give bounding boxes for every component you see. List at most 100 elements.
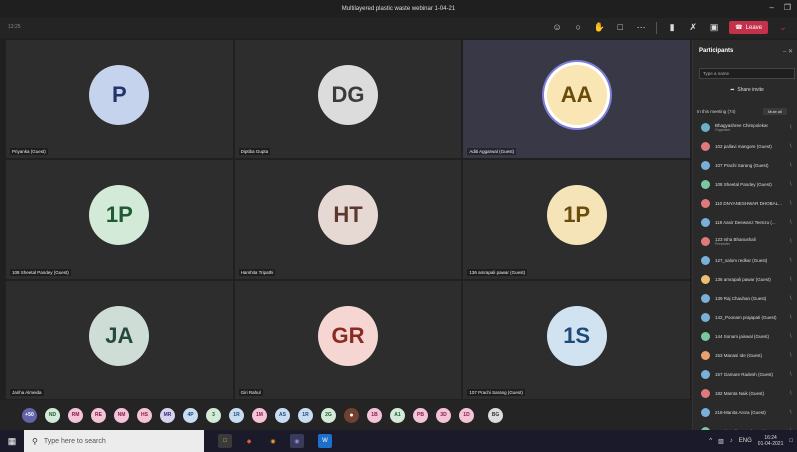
strip-avatar[interactable]: ND <box>45 407 60 423</box>
participant-row[interactable]: 110 DNYANESHWAR DHOBAL... ∖ <box>693 194 797 213</box>
participant-name: 144 Sonam jaiswal (Guest) <box>715 334 770 339</box>
clock[interactable]: 16:24 01-04-2021 <box>758 435 784 448</box>
strip-avatar[interactable]: RE <box>91 407 106 423</box>
strip-avatar[interactable]: 1M <box>252 407 267 423</box>
participant-role: Presenter <box>715 242 731 246</box>
teams-app-icon[interactable]: ◉ <box>290 434 304 448</box>
strip-photo-avatar[interactable]: ● <box>344 407 359 423</box>
mic-muted-icon: ∖ <box>788 181 792 187</box>
mic-muted-icon: ∖ <box>788 124 792 130</box>
participant-search-input[interactable]: Type a name <box>699 68 795 79</box>
participant-text: 123 Isha Bhanushali Presenter <box>715 237 793 246</box>
strip-avatar[interactable]: 1B <box>367 407 382 423</box>
participant-row[interactable]: 153 Manasi Ide (Guest) ∖ <box>693 346 797 365</box>
avatar <box>701 256 710 265</box>
strip-avatar[interactable]: AS <box>275 407 290 423</box>
rooms-icon[interactable]: □ <box>614 22 626 34</box>
mic-muted-icon: ∖ <box>788 295 792 301</box>
share-invite-button[interactable]: ➦ Share invite <box>699 84 795 96</box>
video-tile[interactable]: 1P 108 Sheetal Pandey (Guest) <box>6 160 233 279</box>
strip-avatar[interactable]: 4P <box>183 407 198 423</box>
participant-row[interactable]: 139 Raj Chauhan (Guest) ∖ <box>693 289 797 308</box>
video-tile[interactable]: DG Diptiba Gupta <box>234 40 462 159</box>
participants-icon[interactable]: ☺ <box>551 22 563 34</box>
minimize-icon[interactable]: – <box>769 3 773 12</box>
participant-row[interactable]: 136 amrapali pawar (Guest) ∖ <box>693 270 797 289</box>
strip-avatar[interactable]: 2G <box>321 407 336 423</box>
video-tile[interactable]: HT Harshita Tripathi <box>234 160 462 279</box>
tray-chevron-icon[interactable]: ^ <box>709 438 712 444</box>
mic-muted-icon: ∖ <box>788 352 792 358</box>
volume-icon[interactable]: ♪ <box>730 438 733 444</box>
strip-avatar[interactable]: 1R <box>229 407 244 423</box>
strip-avatar[interactable]: MR <box>160 407 175 423</box>
participant-row[interactable]: 157 Gamare Radesh (Guest) ∖ <box>693 365 797 384</box>
file-explorer-icon[interactable]: □ <box>218 434 232 448</box>
more-actions-icon[interactable]: ⋯ <box>635 22 647 34</box>
share-screen-icon[interactable]: ▣ <box>708 22 720 34</box>
taskbar-search[interactable]: ⚲ Type here to search <box>24 430 204 452</box>
avatar <box>701 199 710 208</box>
participant-row[interactable]: 142_Poonam prajapati (Guest) ∖ <box>693 308 797 327</box>
avatar: DG <box>317 65 378 126</box>
participant-name: 102 pallavi mangore (Guest) <box>715 144 772 149</box>
video-tile[interactable]: 1S 107 Prachi Sarang (Guest) <box>463 280 690 399</box>
strip-avatar[interactable]: 1D <box>459 407 474 423</box>
participant-row[interactable]: 123 Isha Bhanushali Presenter ∖ <box>693 232 797 251</box>
maximize-icon[interactable]: ❐ <box>784 3 791 12</box>
in-meeting-section[interactable]: In this meeting (74) <box>697 109 736 114</box>
chrome-icon[interactable]: ◉ <box>266 434 280 448</box>
strip-avatar[interactable]: 3D <box>436 407 451 423</box>
strip-avatar[interactable]: A1 <box>390 407 405 423</box>
windows-start-icon[interactable]: ▦ <box>0 430 24 452</box>
avatar <box>701 313 710 322</box>
video-tile[interactable]: 1P 136 amrapali pawar (Guest) <box>463 160 690 279</box>
leave-button[interactable]: ☎ Leave <box>729 21 768 34</box>
participant-row[interactable]: 108 Sheetal Pandey (Guest) ∖ <box>693 175 797 194</box>
participant-row[interactable]: 234-dewali gupta (Guest)∖ <box>693 422 797 430</box>
avatar <box>701 237 710 246</box>
mic-muted-icon: ∖ <box>788 371 792 377</box>
avatar <box>701 332 710 341</box>
network-icon[interactable]: ▧ <box>718 438 724 445</box>
paint-app-icon[interactable]: ◆ <box>242 434 256 448</box>
share-icon: ➦ <box>730 87 735 93</box>
video-tile[interactable]: AA Aditi Aggarwal (Guest) <box>463 40 690 159</box>
mic-muted-icon: ∖ <box>788 238 792 244</box>
participant-row[interactable]: 182 Mamta Naik (Guest) ∖ <box>693 384 797 403</box>
strip-avatar[interactable]: HS <box>137 407 152 423</box>
strip-avatar[interactable]: 1R <box>298 407 313 423</box>
lang-label[interactable]: ENG <box>739 438 752 444</box>
participant-row[interactable]: 144 Sonam jaiswal (Guest) ∖ <box>693 327 797 346</box>
window-title: Multilayered plastic waste webinar 1-04-… <box>341 6 456 12</box>
mic-muted-icon: ∖ <box>788 219 792 225</box>
participant-row[interactable]: Bhagyashree Chimpolekar Organiser ∖ <box>693 118 797 137</box>
video-tile[interactable]: P Priyanka (Guest) <box>6 40 233 159</box>
notifications-icon[interactable]: □ <box>789 438 793 444</box>
raise-hand-icon[interactable]: ✋ <box>593 22 605 34</box>
participant-row[interactable]: 102 pallavi mangore (Guest) ∖ <box>693 137 797 156</box>
participant-row[interactable]: 107 Prachi Sarang (Guest) ∖ <box>693 156 797 175</box>
panel-controls[interactable]: – ✕ <box>783 48 793 55</box>
strip-avatar[interactable]: NM <box>114 407 129 423</box>
mute-all-button[interactable]: Mute all <box>762 108 787 115</box>
strip-avatar[interactable]: RM <box>68 407 83 423</box>
participant-row[interactable]: 118 Aasir Deewanz Teenzu (... ∖ <box>693 213 797 232</box>
participant-name: 107 Prachi Sarang (Guest) <box>715 163 769 168</box>
mic-off-icon[interactable]: ✗ <box>687 22 699 34</box>
more-participants-button[interactable]: +50 <box>22 407 37 423</box>
word-app-icon[interactable]: W <box>318 434 332 448</box>
strip-avatar[interactable]: 3 <box>206 407 221 423</box>
participant-row[interactable]: 218-Manita Arora (Guest) ∖ <box>693 403 797 422</box>
participant-name-label: Diptiba Gupta <box>238 148 271 156</box>
chat-icon[interactable]: ○ <box>572 22 584 34</box>
chevron-down-icon[interactable]: ⌄ <box>777 22 789 34</box>
panel-title: Participants <box>699 48 734 54</box>
camera-icon[interactable]: ▮ <box>666 22 678 34</box>
video-tile[interactable]: JA Jariha Almeida <box>6 280 233 399</box>
participant-row[interactable]: 127_salom redkar (Guest) ∖ <box>693 251 797 270</box>
video-tile[interactable]: GR Giri Rahul <box>234 280 462 399</box>
participant-text: 218-Manita Arora (Guest) <box>715 410 793 415</box>
strip-avatar[interactable]: PB <box>413 407 428 423</box>
strip-avatar[interactable]: BG <box>488 407 503 423</box>
